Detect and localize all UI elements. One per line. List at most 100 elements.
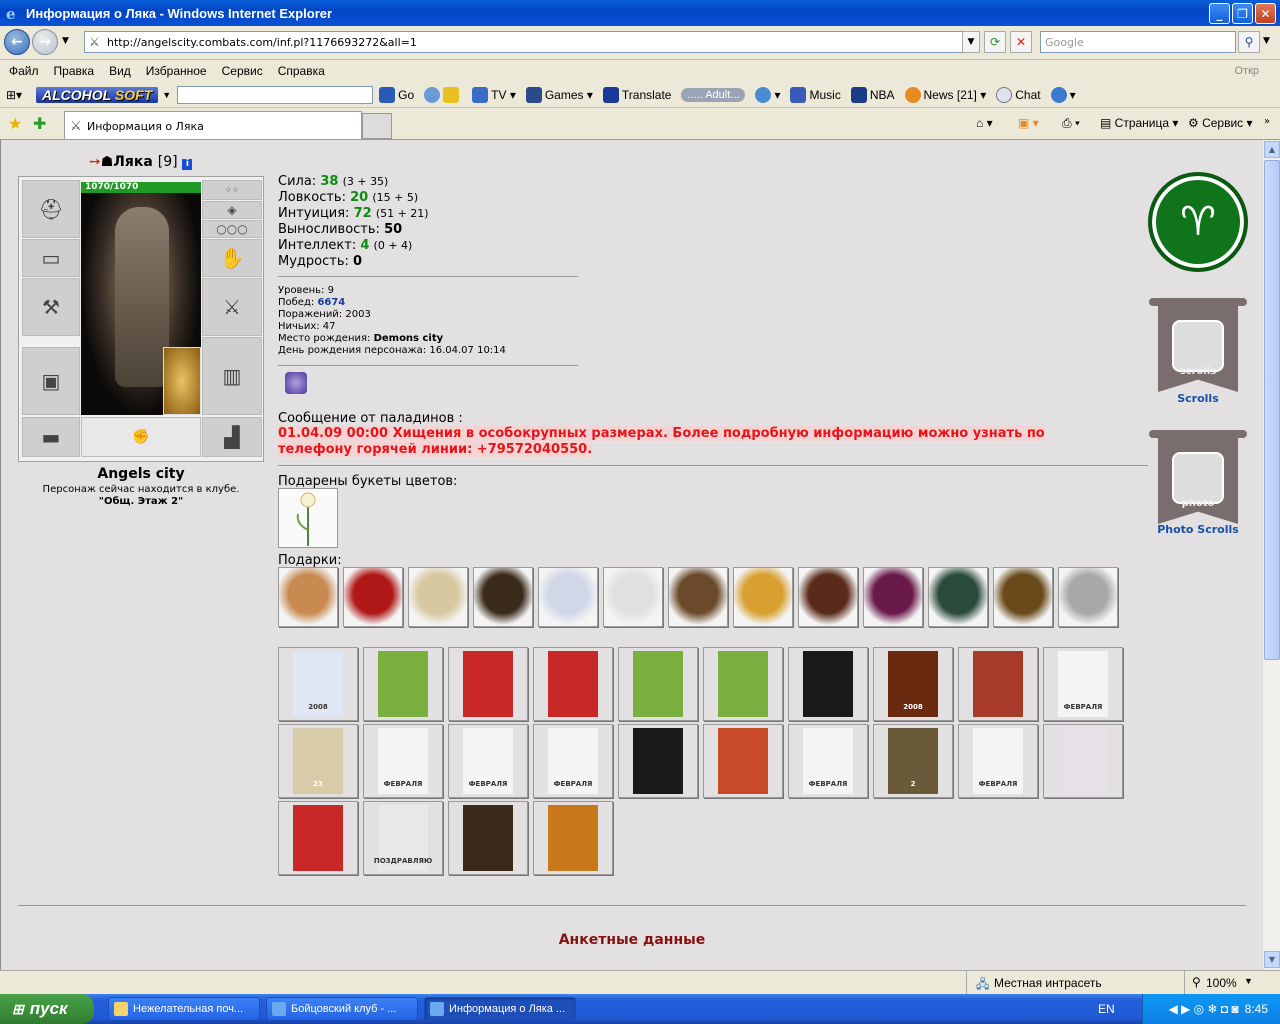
menu-edit[interactable]: Правка	[54, 64, 95, 78]
gift-item[interactable]	[473, 567, 533, 627]
menu-favorites[interactable]: Избранное	[146, 64, 207, 78]
gift-item[interactable]	[538, 567, 598, 627]
page-menu[interactable]: ▤ Страница ▾	[1100, 116, 1178, 130]
gift-card[interactable]: 2008	[278, 647, 358, 721]
go-button[interactable]: Go	[379, 86, 414, 103]
gift-card[interactable]: 2008	[873, 647, 953, 721]
gloves-slot[interactable]: ✋	[202, 239, 262, 277]
gift-card[interactable]	[958, 647, 1038, 721]
gift-card[interactable]: 23	[278, 724, 358, 798]
maximize-button[interactable]: ❐	[1232, 3, 1253, 24]
gift-item[interactable]	[343, 567, 403, 627]
gift-card[interactable]	[703, 724, 783, 798]
add-favorite-icon[interactable]: ✚	[33, 114, 46, 133]
menu-view[interactable]: Вид	[109, 64, 131, 78]
shield-slot[interactable]: ⚔	[202, 278, 262, 336]
toolbar-search-input[interactable]	[177, 85, 374, 104]
gift-card[interactable]	[788, 647, 868, 721]
search-input[interactable]: Google	[1040, 31, 1236, 53]
shield-icon[interactable]	[424, 86, 462, 103]
chat-button[interactable]: Chat	[996, 86, 1041, 103]
gift-card[interactable]	[618, 724, 698, 798]
gift-item[interactable]	[1058, 567, 1118, 627]
wins-link[interactable]: 6674	[317, 297, 345, 308]
gift-card[interactable]	[363, 647, 443, 721]
taskbar-item-mail[interactable]: Нежелательная поч...	[108, 997, 260, 1021]
gift-card[interactable]	[703, 647, 783, 721]
gift-card[interactable]	[278, 801, 358, 875]
gift-item[interactable]	[603, 567, 663, 627]
belt-slot[interactable]: ▬	[22, 417, 80, 457]
toolbar-chevron-icon[interactable]: »	[1264, 116, 1270, 127]
gift-card[interactable]: ФЕВРАЛЯ	[533, 724, 613, 798]
globe-icon[interactable]: ▾	[755, 86, 780, 103]
gift-card[interactable]	[533, 647, 613, 721]
tab-current[interactable]: ⚔ Информация о Ляка	[64, 111, 362, 139]
scroll-thumb[interactable]	[1264, 160, 1280, 660]
photo-scrolls-banner[interactable]: photo	[1149, 430, 1247, 526]
gift-card[interactable]	[533, 801, 613, 875]
refresh-button[interactable]: ⟳	[984, 31, 1006, 53]
boots-slot[interactable]: ▟	[202, 417, 262, 457]
taskbar-item-combats[interactable]: Бойцовский клуб - ...	[266, 997, 418, 1021]
bracers-slot[interactable]: ▭	[22, 239, 80, 277]
tray-icons[interactable]: ◀ ▶ ◎ ❄ ◘ ◙	[1168, 1002, 1238, 1016]
gift-item[interactable]	[993, 567, 1053, 627]
gift-card[interactable]	[448, 647, 528, 721]
home-icon[interactable]: ⌂ ▾	[976, 116, 993, 130]
gift-card[interactable]	[448, 801, 528, 875]
weapon-slot[interactable]: ⚒	[22, 278, 80, 336]
url-field[interactable]: ⚔ http://angelscity.combats.com/inf.pl?1…	[84, 31, 980, 53]
print-icon[interactable]: ⎙ ▾	[1062, 116, 1080, 131]
translate-button[interactable]: Translate	[602, 86, 671, 103]
forward-button[interactable]: →	[32, 29, 58, 55]
favorites-star-icon[interactable]: ★	[8, 114, 22, 133]
news-button[interactable]: News [21] ▾	[904, 86, 986, 103]
gift-item[interactable]	[733, 567, 793, 627]
history-dropdown-icon[interactable]: ▼	[62, 36, 69, 46]
scrolls-link[interactable]: Scrolls	[1148, 392, 1248, 405]
menu-file[interactable]: Файл	[9, 64, 39, 78]
gift-card[interactable]: ПОЗДРАВЛЯЮ	[363, 801, 443, 875]
gift-item[interactable]	[928, 567, 988, 627]
feeds-icon[interactable]: ▣ ▾	[1018, 116, 1039, 130]
tv-button[interactable]: TV ▾	[472, 86, 516, 103]
gift-card[interactable]: ФЕВРАЛЯ	[1043, 647, 1123, 721]
music-button[interactable]: Music	[790, 86, 841, 103]
rings-slot[interactable]: ○○○	[202, 220, 262, 238]
url-dropdown-icon[interactable]: ▼	[962, 31, 980, 53]
info-icon[interactable]: i	[182, 159, 193, 170]
gift-card[interactable]: ФЕВРАЛЯ	[448, 724, 528, 798]
legs-slot[interactable]: ▥	[202, 337, 262, 415]
gift-card[interactable]	[1043, 724, 1123, 798]
gift-item[interactable]	[863, 567, 923, 627]
earrings-slot[interactable]: ◦◦	[202, 180, 262, 200]
close-button[interactable]: ✕	[1255, 3, 1276, 24]
scroll-down-arrow[interactable]: ▼	[1264, 951, 1280, 968]
gift-card[interactable]: ФЕВРАЛЯ	[958, 724, 1038, 798]
falcon-icon[interactable]	[163, 347, 201, 415]
new-tab-button[interactable]	[362, 113, 392, 139]
language-indicator[interactable]: EN	[1098, 1002, 1115, 1016]
toolbar-options-icon[interactable]: ⊞▾	[6, 88, 36, 102]
menu-open-link[interactable]: Откр	[1234, 65, 1259, 77]
logo-dropdown-icon[interactable]: ▼	[162, 90, 171, 100]
zoom-level[interactable]: 100%	[1206, 976, 1237, 990]
clan-logo-goat-icon[interactable]: ♈	[1148, 172, 1248, 272]
gift-card[interactable]: ФЕВРАЛЯ	[788, 724, 868, 798]
menu-help[interactable]: Справка	[278, 64, 325, 78]
search-options-icon[interactable]: ▼	[1263, 36, 1270, 46]
nba-button[interactable]: NBA	[850, 86, 895, 103]
games-button[interactable]: Games ▾	[525, 86, 593, 103]
amulet-slot[interactable]: ◈	[202, 201, 262, 219]
vertical-scrollbar[interactable]: ▲ ▼	[1262, 140, 1280, 970]
radio-player[interactable]: ..... Adult...	[681, 87, 746, 102]
menu-tools[interactable]: Сервис	[222, 64, 263, 78]
gift-item[interactable]	[668, 567, 728, 627]
clan-badge-icon[interactable]	[285, 372, 307, 394]
photo-scrolls-link[interactable]: Photo Scrolls	[1148, 523, 1248, 536]
gift-item[interactable]	[408, 567, 468, 627]
stop-button[interactable]: ✕	[1010, 31, 1032, 53]
gift-card[interactable]: ФЕВРАЛЯ	[363, 724, 443, 798]
tools-menu[interactable]: ⚙ Сервис ▾	[1188, 116, 1253, 130]
